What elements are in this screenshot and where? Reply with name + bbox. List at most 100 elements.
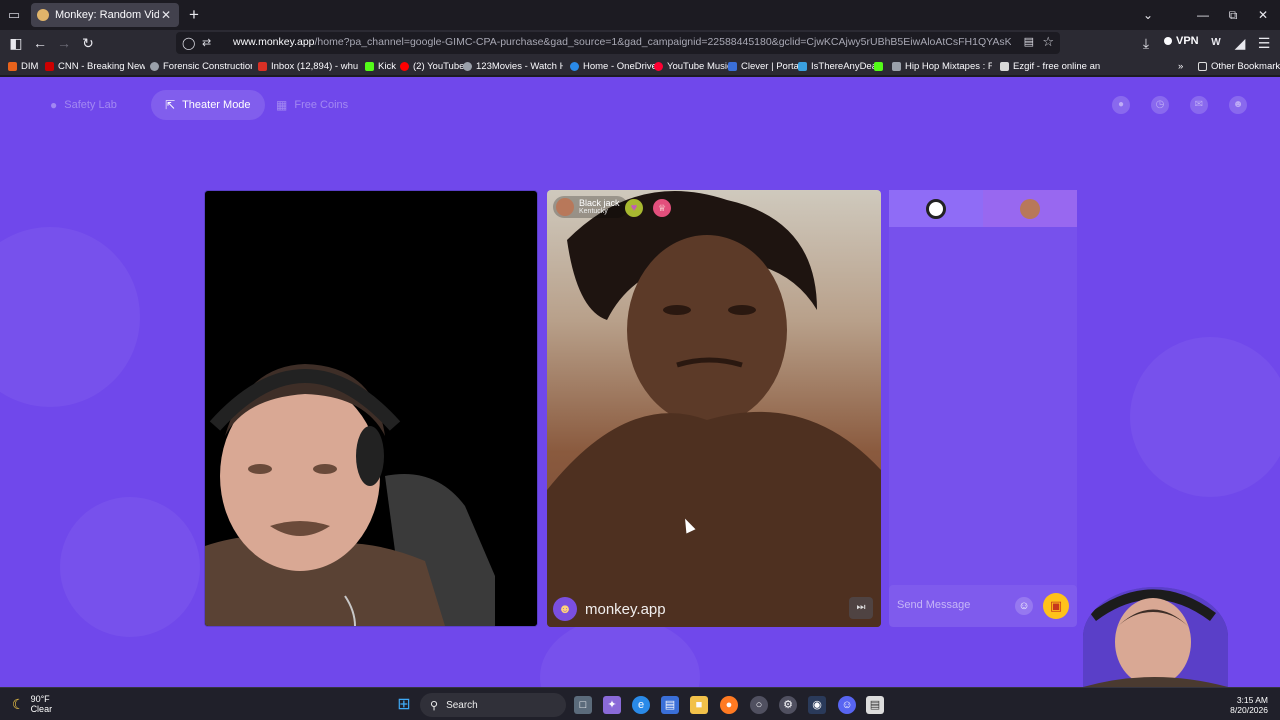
send-message-input[interactable]: [897, 595, 1007, 615]
chat-tab-self[interactable]: [889, 190, 983, 227]
bookmark-123movies[interactable]: 123Movies - Watch H...: [463, 59, 563, 73]
heart-badge-icon[interactable]: ♥: [625, 199, 643, 217]
messages-icon[interactable]: ✉: [1190, 96, 1208, 114]
onedrive-icon: [570, 61, 579, 71]
bookmark-isthereanydeal[interactable]: IsThereAnyDeal: [798, 59, 879, 73]
background-decoration: [540, 617, 700, 687]
task-view-icon[interactable]: □: [574, 696, 592, 714]
theater-mode-button[interactable]: ⇱ Theater Mode: [151, 90, 265, 120]
streamer-webcam-overlay: [1083, 587, 1228, 687]
tab-strip: ▭ Monkey: Random Video Chat | ✕ + ⌄ — ⧉ …: [0, 0, 1280, 30]
bookmark-forensic[interactable]: Forensic Construction ...: [150, 59, 252, 73]
url-text[interactable]: www.monkey.app/home?pa_channel=google-GI…: [233, 36, 1011, 48]
local-camera-feed: [205, 346, 537, 626]
profile-avatar[interactable]: W: [1206, 33, 1226, 53]
clock-date: 8/20/2026: [1230, 705, 1268, 715]
taskbar-search[interactable]: ⚲ Search: [420, 693, 566, 717]
chat-tabs: [889, 190, 1077, 227]
free-coins-button[interactable]: ▦ Free Coins: [262, 90, 362, 120]
youtube-icon: [400, 61, 409, 71]
menu-hamburger-icon[interactable]: ☰: [1254, 33, 1274, 53]
clever-icon: [728, 61, 737, 71]
copilot-icon[interactable]: ✦: [603, 696, 621, 714]
extensions-icon[interactable]: ◢: [1230, 33, 1250, 53]
windows-taskbar: ☾ 90°F Clear ⊞ ⚲ Search □ ✦ e ▤ ■ ● ○ ⚙ ◉…: [0, 687, 1280, 720]
folder-icon: [1198, 61, 1207, 71]
settings-gear-icon[interactable]: ⚙: [779, 696, 797, 714]
coins-icon: ▦: [276, 98, 288, 112]
vpn-button[interactable]: VPN: [1164, 35, 1199, 47]
remote-user-info[interactable]: Black jack Kentucky: [553, 196, 628, 218]
downloads-icon[interactable]: ⤓: [1136, 33, 1156, 53]
skip-next-button[interactable]: ⏭: [849, 597, 873, 619]
chat-panel: ☺ ▣: [889, 190, 1077, 627]
file-explorer-icon[interactable]: ■: [690, 696, 708, 714]
gift-icon[interactable]: ▣: [1043, 593, 1069, 619]
emoji-icon[interactable]: ☺: [1015, 597, 1033, 615]
sidebar-icon[interactable]: ◧: [6, 33, 26, 53]
bookmark-youtube[interactable]: (2) YouTube: [400, 59, 464, 73]
bookmark-youtube-music[interactable]: YouTube Music: [654, 59, 732, 73]
bookmark-kick-2[interactable]: [874, 59, 887, 73]
browser-tab-active[interactable]: Monkey: Random Video Chat | ✕: [31, 3, 179, 27]
remote-user-avatar: [1020, 198, 1040, 219]
expand-icon: ⇱: [165, 98, 176, 112]
bookmark-cnn[interactable]: CNN - Breaking News,...: [45, 59, 145, 73]
minimize-button[interactable]: —: [1188, 5, 1218, 25]
store-icon[interactable]: ▤: [661, 696, 679, 714]
tracking-shield-icon[interactable]: ◯: [182, 35, 196, 51]
bookmarks-bar: DIM CNN - Breaking News,... Forensic Con…: [0, 56, 1280, 76]
isthereanydeal-icon: [798, 61, 807, 71]
safety-lab-button[interactable]: ● Safety Lab: [36, 90, 131, 120]
tab-title: Monkey: Random Video Chat |: [55, 9, 159, 21]
history-icon[interactable]: ◷: [1151, 96, 1169, 114]
app-icon[interactable]: ○: [750, 696, 768, 714]
bookmark-onedrive[interactable]: Home - OneDrive: [570, 59, 657, 73]
ezgif-icon: [1000, 61, 1009, 71]
document-icon: [892, 61, 901, 71]
notepad-icon[interactable]: ▤: [866, 696, 884, 714]
monkey-watermark: ☻ monkey.app: [553, 597, 666, 621]
bookmark-favicon-icon: [8, 61, 17, 71]
profile-icon[interactable]: ●: [1112, 96, 1130, 114]
bookmark-ezgif[interactable]: Ezgif - free online ani...: [1000, 59, 1100, 73]
list-all-tabs-icon[interactable]: ▭: [4, 5, 24, 25]
monkey-avatar-icon[interactable]: ☻: [1229, 96, 1247, 114]
other-bookmarks[interactable]: Other Bookmarks: [1198, 59, 1280, 73]
bookmark-star-icon[interactable]: ☆: [1042, 34, 1054, 50]
permissions-icon[interactable]: ⇄: [202, 35, 216, 51]
gmail-icon: [258, 61, 267, 71]
navigation-bar: ◧ ← → ↻ ◯ ⇄ www.monkey.app/home?pa_chann…: [0, 30, 1280, 56]
new-tab-button[interactable]: +: [184, 5, 204, 25]
restore-button[interactable]: ⧉: [1218, 5, 1248, 25]
bookmark-clever[interactable]: Clever | Portal: [728, 59, 801, 73]
kick-icon: [874, 61, 883, 71]
bookmark-dim[interactable]: DIM: [8, 59, 38, 73]
back-button[interactable]: ←: [30, 33, 50, 53]
local-video: [204, 190, 538, 627]
close-tab-icon[interactable]: ✕: [159, 8, 173, 22]
bookmark-hiphop[interactable]: Hip Hop Mixtapes : Fr...: [892, 59, 992, 73]
watermark-text: monkey.app: [585, 600, 666, 618]
steam-icon[interactable]: ◉: [808, 696, 826, 714]
windows-start-icon[interactable]: ⊞: [395, 696, 413, 714]
reader-view-icon[interactable]: ▤: [1024, 35, 1034, 48]
chevron-down-icon[interactable]: ⌄: [1133, 5, 1163, 25]
reload-button[interactable]: ↻: [78, 33, 98, 53]
bookmark-kick[interactable]: Kick: [365, 59, 396, 73]
chat-tab-remote[interactable]: [983, 190, 1077, 227]
address-bar[interactable]: ◯ ⇄ www.monkey.app/home?pa_channel=googl…: [176, 32, 1060, 54]
bookmark-inbox[interactable]: Inbox (12,894) - whud...: [258, 59, 358, 73]
close-window-button[interactable]: ✕: [1248, 5, 1278, 25]
clock-time: 3:15 AM: [1236, 695, 1268, 705]
system-clock[interactable]: 3:15 AM 8/20/2026: [1228, 695, 1268, 715]
edge-icon[interactable]: e: [632, 696, 650, 714]
vip-badge-icon[interactable]: ♕: [653, 199, 671, 217]
weather-widget[interactable]: ☾ 90°F Clear: [12, 694, 52, 714]
forward-button[interactable]: →: [54, 33, 74, 53]
incognito-avatar-icon: [926, 198, 946, 219]
safety-lab-icon: ●: [50, 98, 58, 112]
more-bookmarks-icon[interactable]: »: [1178, 59, 1183, 73]
discord-icon[interactable]: ☺: [838, 696, 856, 714]
firefox-icon[interactable]: ●: [720, 696, 738, 714]
